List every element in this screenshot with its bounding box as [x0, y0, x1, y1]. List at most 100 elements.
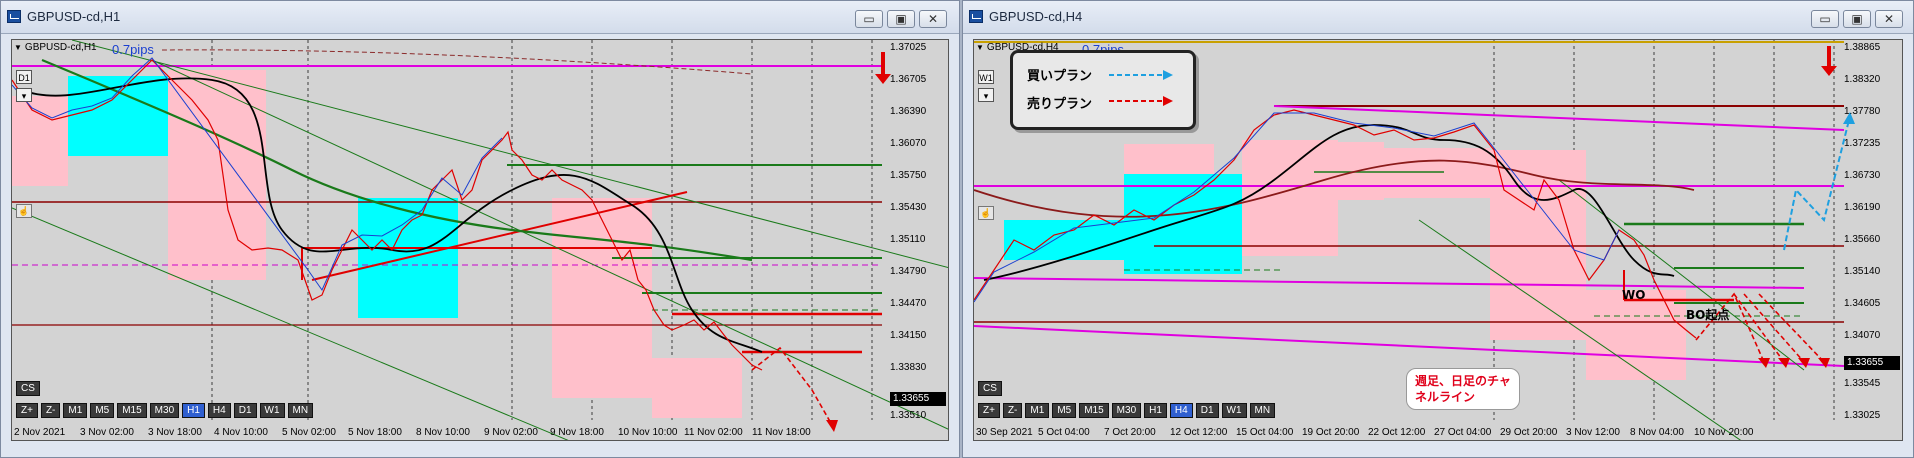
time-tick: 29 Oct 20:00	[1500, 427, 1558, 438]
time-tick: 7 Oct 20:00	[1104, 427, 1156, 438]
price-tick: 1.34470	[890, 298, 927, 309]
price-tick: 1.35750	[890, 170, 927, 181]
timeframe-toolbar: Z+ Z- M1 M5 M15 M30 H1 H4 D1 W1 MN	[978, 403, 1276, 418]
chart-window-icon	[7, 10, 21, 23]
callout-line: ネルライン	[1415, 390, 1476, 404]
window-title: GBPUSD-cd,H4	[989, 9, 1083, 24]
price-tick: 1.35110	[890, 234, 926, 245]
chart-window-icon	[969, 10, 983, 23]
restore-button[interactable]: ▣	[1843, 10, 1871, 28]
tf-m1-button[interactable]: M1	[63, 403, 88, 418]
plan-legend: 買いプラン 売りプラン	[1010, 50, 1196, 130]
price-tick: 1.36390	[890, 106, 927, 117]
zoom-out-button[interactable]: Z-	[40, 403, 61, 418]
time-tick: 5 Nov 02:00	[282, 427, 336, 438]
tf-m30-button[interactable]: M30	[149, 403, 180, 418]
tf-m5-button[interactable]: M5	[90, 403, 115, 418]
tf-h4-button[interactable]: H4	[1169, 403, 1193, 418]
hand-icon[interactable]: ☝	[978, 206, 994, 220]
cs-button[interactable]: CS	[978, 381, 1002, 396]
price-tick: 1.37025	[890, 42, 927, 53]
tf-d1-button[interactable]: D1	[1195, 403, 1219, 418]
price-tick: 1.33025	[1844, 410, 1881, 421]
close-button[interactable]: ✕	[1875, 10, 1903, 28]
window-titlebar[interactable]: GBPUSD-cd,H1 ▭ ▣ ✕	[1, 1, 959, 34]
collapse-triangle-icon[interactable]: ▼	[976, 43, 984, 52]
price-tick: 1.38320	[1844, 74, 1881, 85]
price-tick: 1.34790	[890, 266, 927, 277]
tf-mn-button[interactable]: MN	[1249, 403, 1276, 418]
price-tick: 1.33510	[890, 410, 927, 421]
price-tick: 1.37235	[1844, 138, 1881, 149]
zoom-in-button[interactable]: Z+	[16, 403, 38, 418]
zoom-in-button[interactable]: Z+	[978, 403, 1000, 418]
minimize-button[interactable]: ▭	[855, 10, 883, 28]
time-tick: 8 Nov 04:00	[1630, 427, 1684, 438]
price-tick: 1.34070	[1844, 330, 1881, 341]
tf-d1-button[interactable]: D1	[233, 403, 257, 418]
price-tick: 1.34150	[890, 330, 927, 341]
h1-chart-window[interactable]: GBPUSD-cd,H1 ▭ ▣ ✕ ▼ GBPUSD-cd,H1 0.7pip…	[0, 0, 960, 458]
tf-h1-button[interactable]: H1	[182, 403, 205, 418]
window-titlebar[interactable]: GBPUSD-cd,H4 ▭ ▣ ✕	[963, 1, 1913, 34]
time-tick: 3 Nov 02:00	[80, 427, 134, 438]
price-tick: 1.35140	[1844, 266, 1881, 277]
tf-m15-button[interactable]: M15	[117, 403, 147, 418]
tf-m5-button[interactable]: M5	[1052, 403, 1077, 418]
tf-w1-button[interactable]: W1	[1221, 403, 1247, 418]
price-tick: 1.34605	[1844, 298, 1881, 309]
tf-m1-button[interactable]: M1	[1025, 403, 1050, 418]
time-tick: 22 Oct 12:00	[1368, 427, 1426, 438]
price-tick: 1.33545	[1844, 378, 1881, 389]
bo-start-label: BO起点	[1686, 308, 1730, 322]
wo-label: WO	[1622, 288, 1646, 302]
time-tick: 3 Nov 12:00	[1566, 427, 1620, 438]
tf-mn-button[interactable]: MN	[287, 403, 314, 418]
cs-button[interactable]: CS	[16, 381, 40, 396]
time-tick: 10 Nov 20:00	[1694, 427, 1754, 438]
price-tick: 1.36705	[890, 74, 927, 85]
price-chart[interactable]: ▼GBPUSD-cd,H4 0.7pips W1 ▾ ☝ 買いプラン 売りプラン…	[973, 39, 1903, 441]
collapse-triangle-icon[interactable]: ▼	[14, 43, 22, 52]
time-tick: 12 Oct 12:00	[1170, 427, 1228, 438]
price-tick: 1.35660	[1844, 234, 1881, 245]
price-tick: 1.36190	[1844, 202, 1881, 213]
restore-button[interactable]: ▣	[887, 10, 915, 28]
tf-h4-button[interactable]: H4	[207, 403, 231, 418]
time-tick: 9 Nov 02:00	[484, 427, 538, 438]
price-tick: 1.36070	[890, 138, 927, 149]
time-tick: 8 Nov 10:00	[416, 427, 470, 438]
close-button[interactable]: ✕	[919, 10, 947, 28]
tf-w1-button[interactable]: W1	[259, 403, 285, 418]
time-tick: 27 Oct 04:00	[1434, 427, 1492, 438]
minimize-button[interactable]: ▭	[1811, 10, 1839, 28]
price-tick: 1.37780	[1844, 106, 1881, 117]
zoom-out-button[interactable]: Z-	[1002, 403, 1023, 418]
time-tick: 2 Nov 2021	[14, 427, 66, 438]
timeframe-button[interactable]: W1	[978, 70, 994, 84]
timeframe-button[interactable]: D1	[16, 70, 32, 84]
timeframe-toolbar: Z+ Z- M1 M5 M15 M30 H1 H4 D1 W1 MN	[16, 403, 314, 418]
spread-label: 0.7pips	[112, 42, 154, 57]
price-tick: 1.33830	[890, 362, 927, 373]
time-tick: 30 Sep 2021	[976, 427, 1033, 438]
hand-icon[interactable]: ☝	[16, 204, 32, 218]
symbol-label: ▼ GBPUSD-cd,H1	[14, 42, 97, 53]
time-tick: 19 Oct 20:00	[1302, 427, 1360, 438]
tf-h1-button[interactable]: H1	[1144, 403, 1167, 418]
chart-canvas	[12, 40, 948, 440]
price-tick: 1.38865	[1844, 42, 1881, 53]
price-chart[interactable]: ▼ GBPUSD-cd,H1 0.7pips D1 ▾ ☝ 1.37025 1.3…	[11, 39, 949, 441]
time-tick: 11 Nov 02:00	[684, 427, 743, 438]
time-tick: 15 Oct 04:00	[1236, 427, 1294, 438]
tf-m15-button[interactable]: M15	[1079, 403, 1109, 418]
dropdown-icon[interactable]: ▾	[978, 88, 994, 102]
h4-chart-window[interactable]: GBPUSD-cd,H4 ▭ ▣ ✕ ▼ GBPUSD-cd,H4 W1 ▾ ☝…	[962, 0, 1914, 458]
time-tick: 5 Nov 18:00	[348, 427, 402, 438]
tf-m30-button[interactable]: M30	[1111, 403, 1142, 418]
legend-arrows	[1109, 70, 1173, 106]
time-tick: 11 Nov 18:00	[752, 427, 811, 438]
window-title: GBPUSD-cd,H1	[27, 9, 121, 24]
dropdown-icon[interactable]: ▾	[16, 88, 32, 102]
callout-line: 週足、日足のチャ	[1415, 374, 1511, 388]
